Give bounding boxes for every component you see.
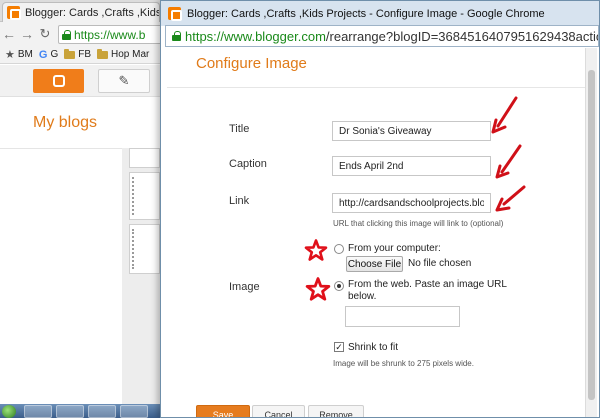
shrink-to-fit-label: Shrink to fit	[348, 342, 399, 353]
caption-label: Caption	[229, 158, 267, 170]
red-arrow-annotation-caption	[495, 144, 522, 179]
new-post-button[interactable]: ✎	[98, 69, 150, 93]
star-icon: ★	[5, 49, 15, 61]
layout-gadget-column	[122, 148, 160, 410]
dialog-title: Configure Image	[196, 55, 307, 72]
cancel-button[interactable]: Cancel	[252, 405, 305, 417]
folder-icon	[97, 48, 108, 59]
background-tab-title: Blogger: Cards ,Crafts ,Kids	[25, 6, 159, 19]
bookmark-hop[interactable]: Hop Mar	[97, 48, 150, 60]
from-computer-radio[interactable]	[334, 244, 344, 254]
taskbar-app-button[interactable]	[88, 405, 116, 418]
red-star-annotation-web	[305, 277, 331, 301]
blogger-header-bar: ✎	[0, 65, 160, 97]
google-icon: G	[38, 48, 48, 61]
background-tab[interactable]: Blogger: Cards ,Crafts ,Kids	[2, 2, 160, 22]
background-address-bar[interactable]: https://www.b	[58, 25, 168, 44]
layout-gadget[interactable]	[129, 148, 160, 168]
popup-url-text: https://www.blogger.com/rearrange?blogID…	[185, 28, 599, 44]
taskbar-app-button[interactable]	[120, 405, 148, 418]
drag-handle-icon[interactable]	[132, 229, 136, 269]
bookmark-label: G	[50, 49, 59, 60]
shrink-hint: Image will be shrunk to 275 pixels wide.	[333, 359, 474, 368]
title-label: Title	[229, 123, 250, 135]
popup-window-title: Blogger: Cards ,Crafts ,Kids Projects - …	[187, 7, 545, 20]
dialog-header: Configure Image	[167, 48, 597, 88]
lock-icon	[172, 31, 181, 41]
red-star-annotation-computer	[304, 239, 328, 261]
image-url-input[interactable]	[345, 306, 460, 327]
bookmark-label: FB	[78, 49, 91, 60]
layout-gadget[interactable]	[129, 172, 160, 220]
url-path: /rearrange?blogID=3684516407951629438act…	[325, 28, 599, 44]
layout-gadget[interactable]	[129, 224, 160, 274]
caption-input[interactable]	[332, 156, 491, 176]
background-toolbar: ← → ↻ https://www.b	[0, 22, 168, 46]
title-input[interactable]	[332, 121, 491, 141]
checkmark-icon: ✓	[335, 341, 343, 352]
from-web-label: From the web. Paste an image URL	[348, 279, 507, 290]
popup-address-bar[interactable]: https://www.blogger.com/rearrange?blogID…	[165, 25, 599, 47]
background-url-text: https://www.b	[74, 27, 146, 42]
background-tab-strip: Blogger: Cards ,Crafts ,Kids	[0, 0, 160, 22]
link-input[interactable]	[332, 193, 491, 213]
start-button-icon[interactable]	[2, 405, 16, 418]
blogger-logo-icon	[52, 75, 65, 87]
configure-image-dialog: Configure Image Title Caption Link URL t…	[167, 48, 597, 417]
taskbar-app-button[interactable]	[24, 405, 52, 418]
reload-icon[interactable]: ↻	[36, 26, 54, 42]
folder-icon	[64, 48, 76, 59]
bookmark-label: Hop Mar	[111, 49, 150, 60]
bookmarks-bar: ★ BM G G FB Hop Mar	[0, 46, 160, 64]
popup-title-bar[interactable]: Blogger: Cards ,Crafts ,Kids Projects - …	[161, 1, 599, 26]
bookmark-label: BM	[17, 49, 33, 60]
url-host: https://www.blogger.com	[185, 28, 326, 44]
red-arrow-annotation-link	[495, 185, 526, 212]
bookmark-google[interactable]: G G	[39, 49, 58, 61]
bookmark-bm[interactable]: ★ BM	[5, 48, 33, 61]
save-button[interactable]: Save	[196, 405, 250, 417]
red-arrow-annotation-title	[491, 96, 518, 134]
scrollbar-thumb[interactable]	[588, 70, 595, 400]
blogger-favicon-icon	[7, 6, 21, 20]
taskbar-app-button[interactable]	[56, 405, 84, 418]
bookmark-fb[interactable]: FB	[64, 48, 91, 60]
forward-arrow-icon[interactable]: →	[18, 25, 36, 43]
my-blogs-heading[interactable]: My blogs	[33, 114, 97, 132]
blogger-favicon-icon	[168, 7, 182, 21]
remove-button[interactable]: Remove	[308, 405, 364, 417]
back-arrow-icon[interactable]: ←	[0, 25, 18, 43]
blogger-home-button[interactable]	[33, 69, 84, 93]
from-computer-label: From your computer:	[348, 243, 441, 254]
from-web-radio[interactable]	[334, 281, 344, 291]
choose-file-button[interactable]: Choose File	[346, 256, 403, 272]
link-label: Link	[229, 195, 250, 207]
from-web-label-continued: below.	[348, 291, 377, 302]
configure-image-popup-window: Blogger: Cards ,Crafts ,Kids Projects - …	[160, 0, 600, 418]
dialog-scrollbar[interactable]	[585, 48, 597, 417]
pencil-icon: ✎	[118, 73, 130, 88]
shrink-to-fit-checkbox[interactable]: ✓	[334, 342, 344, 352]
no-file-chosen-text: No file chosen	[408, 258, 472, 269]
lock-icon	[62, 29, 71, 40]
image-label: Image	[229, 281, 260, 293]
link-hint: URL that clicking this image will link t…	[333, 219, 504, 228]
drag-handle-icon[interactable]	[132, 177, 136, 215]
